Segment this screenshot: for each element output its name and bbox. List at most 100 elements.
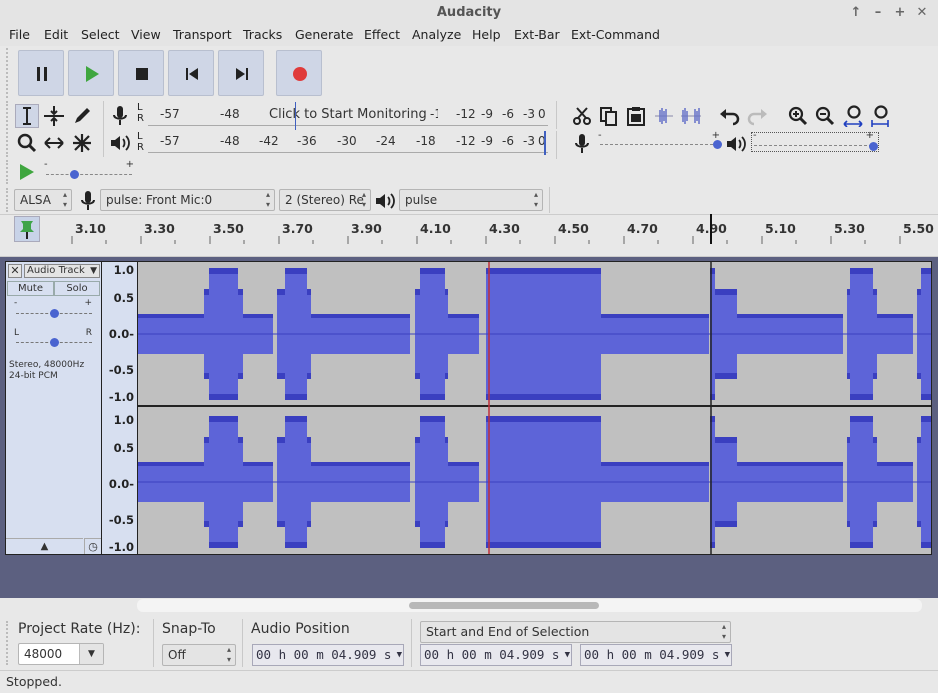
zoom-out-icon[interactable] — [813, 104, 837, 128]
waveform-peak — [715, 521, 737, 527]
slider-thumb[interactable] — [50, 309, 59, 318]
separator — [411, 619, 412, 667]
time-shift-tool-icon[interactable] — [42, 131, 66, 155]
fit-selection-icon[interactable] — [841, 104, 865, 128]
mute-button[interactable]: Mute — [7, 281, 54, 296]
slider-thumb[interactable] — [70, 170, 79, 179]
skip-start-icon — [186, 68, 198, 80]
playback-device-select[interactable]: pulse ▴ ▾ — [399, 189, 543, 211]
pause-button[interactable] — [18, 50, 64, 96]
audio-position-field[interactable]: 00 h 00 m 04.909 s ▼ — [252, 644, 404, 666]
skip-to-start-button[interactable] — [168, 50, 214, 96]
slider-thumb[interactable] — [713, 140, 722, 149]
waveform-peak — [420, 268, 445, 274]
waveform-peak — [877, 462, 913, 466]
menu-view[interactable]: View — [131, 26, 161, 46]
playback-volume-slider[interactable]: - + — [751, 130, 879, 152]
waveform-peak — [491, 416, 601, 422]
waveform-display[interactable] — [137, 261, 932, 555]
paste-icon[interactable] — [624, 104, 648, 128]
draw-tool-icon[interactable] — [70, 104, 94, 128]
selection-start-field[interactable]: 00 h 00 m 04.909 s ▼ — [420, 644, 572, 666]
channels-select[interactable]: 2 (Stereo) Re ▴ ▾ — [279, 189, 371, 211]
play-at-speed-icon[interactable] — [15, 160, 39, 184]
menu-select[interactable]: Select — [81, 26, 120, 46]
waveform-peak — [921, 394, 932, 400]
snap-to-select[interactable]: Off ▴ ▾ — [162, 644, 236, 666]
copy-icon[interactable] — [597, 104, 621, 128]
sync-lock-icon[interactable]: ◷ — [84, 538, 101, 554]
close-icon[interactable]: ✕ — [912, 0, 932, 26]
waveform-peak — [921, 542, 932, 548]
selection-tool-icon[interactable] — [15, 104, 39, 128]
close-track-button[interactable]: ✕ — [8, 264, 22, 278]
menu-ext-bar[interactable]: Ext-Bar — [514, 26, 560, 46]
waveform-peak — [917, 521, 921, 527]
audio-host-select[interactable]: ALSA ▴ ▾ — [14, 189, 72, 211]
project-rate-input[interactable]: 48000 ▼ — [18, 643, 104, 665]
playhead-marker[interactable] — [710, 214, 712, 244]
fit-project-icon[interactable] — [868, 104, 892, 128]
track-name-menu[interactable]: Audio Track ▼ — [24, 264, 100, 278]
play-speed-slider[interactable]: - + — [44, 159, 136, 182]
menu-help[interactable]: Help — [472, 26, 501, 46]
tools-grabber[interactable] — [6, 101, 11, 157]
speaker-icon[interactable] — [108, 131, 132, 155]
envelope-tool-icon[interactable] — [42, 104, 66, 128]
pan-slider[interactable]: L R — [10, 328, 96, 348]
dropdown-icon[interactable]: ▼ — [79, 644, 103, 664]
playback-meter[interactable]: -57 -48 -42 -36 -30 -24 -18 -12 -9 -6 -3… — [148, 131, 548, 153]
start-monitoring-label[interactable]: Click to Start Monitoring — [269, 107, 427, 122]
waveform-peak — [445, 289, 448, 295]
menu-effect[interactable]: Effect — [364, 26, 400, 46]
menu-ext-command[interactable]: Ext-Command — [571, 26, 660, 46]
undo-icon[interactable] — [718, 104, 742, 128]
scrollbar-thumb[interactable] — [409, 602, 599, 609]
solo-button[interactable]: Solo — [54, 281, 100, 296]
zoom-in-icon[interactable] — [786, 104, 810, 128]
trim-audio-icon[interactable] — [652, 104, 676, 128]
vertical-ruler[interactable]: 1.0 0.5 0.0- -0.5 -1.0 1.0 0.5 0.0- -0.5… — [102, 261, 137, 555]
waveform-peak — [307, 373, 311, 379]
meter-tick: -57 — [160, 134, 180, 148]
horizontal-scrollbar[interactable] — [137, 599, 922, 612]
play-button[interactable] — [68, 50, 114, 96]
menu-analyze[interactable]: Analyze — [412, 26, 461, 46]
maximize-icon[interactable]: + — [890, 0, 910, 26]
selection-end-field[interactable]: 00 h 00 m 04.909 s ▼ — [580, 644, 732, 666]
multi-tool-icon[interactable] — [70, 131, 94, 155]
record-meter[interactable]: -57 -48 Click to Start Monitoring -18 -1… — [148, 104, 548, 126]
silence-audio-icon[interactable] — [679, 104, 703, 128]
selection-toolbar: Project Rate (Hz): 48000 ▼ Snap-To Off ▴ ▾ … — [0, 617, 938, 669]
toolbar-grabber[interactable] — [6, 621, 11, 665]
toolbar-grabber[interactable] — [6, 48, 11, 98]
skip-to-end-button[interactable] — [218, 50, 264, 96]
selection-mode-select[interactable]: Start and End of Selection ▴ ▾ — [420, 621, 731, 643]
separator — [103, 101, 104, 157]
play-meter-lr: LR — [137, 131, 144, 153]
slider-thumb[interactable] — [869, 142, 878, 151]
menu-tracks[interactable]: Tracks — [243, 26, 282, 46]
menu-edit[interactable]: Edit — [44, 26, 68, 46]
minimize-icon[interactable]: – — [868, 0, 888, 26]
audio-host-value: ALSA — [20, 193, 51, 207]
menu-transport[interactable]: Transport — [173, 26, 232, 46]
menu-file[interactable]: File — [9, 26, 30, 46]
waveform-peak — [204, 289, 209, 295]
stop-button[interactable] — [118, 50, 164, 96]
recording-device-select[interactable]: pulse: Front Mic:0 ▴ ▾ — [100, 189, 275, 211]
pan-right-label: R — [85, 328, 92, 338]
redo-icon[interactable] — [745, 104, 769, 128]
record-button[interactable] — [276, 50, 322, 96]
toolbar-grabber[interactable] — [6, 188, 11, 212]
gain-slider[interactable]: - + — [10, 298, 96, 320]
slider-thumb[interactable] — [50, 338, 59, 347]
keep-above-icon[interactable]: ↑ — [846, 0, 866, 26]
cut-icon[interactable] — [570, 104, 594, 128]
microphone-icon[interactable] — [108, 104, 132, 128]
menu-generate[interactable]: Generate — [295, 26, 353, 46]
recording-volume-slider[interactable]: - + — [598, 130, 722, 152]
zoom-tool-icon[interactable] — [15, 131, 39, 155]
collapse-track-button[interactable]: ▲ — [6, 538, 83, 554]
toolbar-grabber[interactable] — [6, 160, 11, 184]
